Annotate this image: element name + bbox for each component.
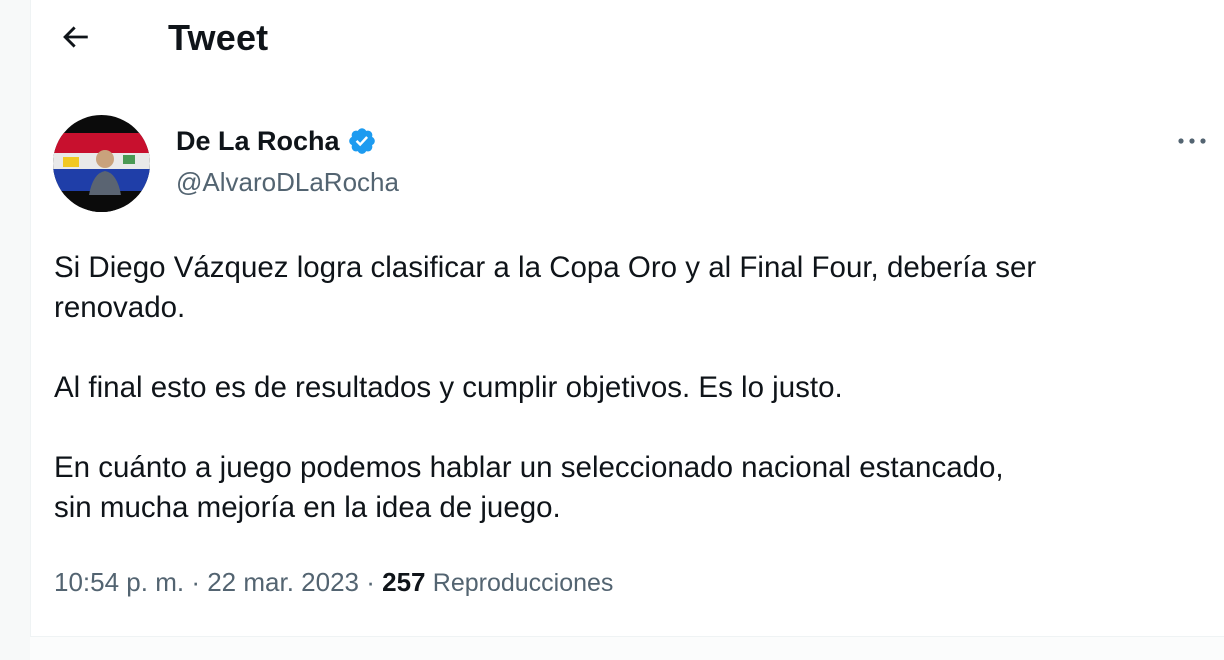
meta-separator: · <box>191 567 200 597</box>
tweet-time[interactable]: 10:54 p. m. <box>54 567 184 597</box>
left-panel-edge <box>0 0 31 660</box>
tweet-paragraph: Al final esto es de resultados y cumplir… <box>54 371 843 404</box>
avatar-image <box>53 115 150 212</box>
verified-badge-icon <box>347 126 377 156</box>
avatar[interactable] <box>53 115 150 212</box>
page-header: Tweet <box>30 0 1224 80</box>
back-button[interactable] <box>52 14 98 60</box>
views-count: 257 <box>382 567 426 597</box>
tweet-metadata: 10:54 p. m. · 22 mar. 2023 · 257 Reprodu… <box>54 565 613 600</box>
arrow-left-icon <box>63 26 88 48</box>
page-title: Tweet <box>168 17 269 58</box>
tweet-date[interactable]: 22 mar. 2023 <box>207 567 359 597</box>
more-horizontal-icon <box>1178 138 1206 144</box>
footer-band <box>30 637 1224 660</box>
tweet-paragraph: En cuánto a juego podemos hablar un sele… <box>54 451 1004 524</box>
tweet-card: De La Rocha @AlvaroDLaRocha Si Diego Váz… <box>30 80 1224 660</box>
author-handle[interactable]: @AlvaroDLaRocha <box>176 166 399 198</box>
more-options-button[interactable] <box>1172 126 1212 156</box>
display-name: De La Rocha <box>176 126 340 156</box>
meta-separator: · <box>366 567 375 597</box>
views-label: Reproducciones <box>432 569 614 597</box>
tweet-paragraph: Si Diego Vázquez logra clasificar a la C… <box>54 251 1037 324</box>
tweet-text: Si Diego Vázquez logra clasificar a la C… <box>54 248 1214 568</box>
author-name-row[interactable]: De La Rocha <box>176 124 377 158</box>
